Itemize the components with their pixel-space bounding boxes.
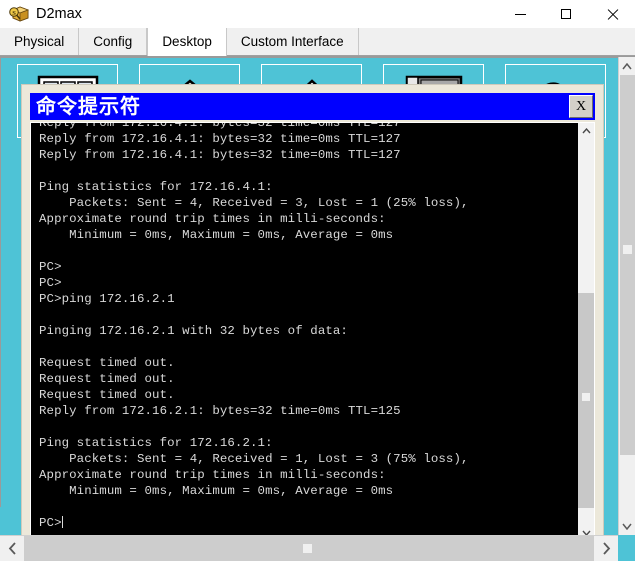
terminal-line: Minimum = 0ms, Maximum = 0ms, Average = … — [39, 228, 394, 242]
command-prompt-window: 命令提示符 X Reply from 172.16.4.1: bytes=32 … — [21, 84, 604, 535]
terminal-scroll-thumb[interactable] — [578, 293, 594, 508]
terminal-line: PC>ping 172.16.2.1 — [39, 292, 175, 306]
terminal-line: Reply from 172.16.4.1: bytes=32 time=0ms… — [39, 122, 401, 130]
maximize-button[interactable] — [543, 0, 589, 28]
maximize-icon — [561, 9, 571, 19]
terminal-line: Reply from 172.16.2.1: bytes=32 time=0ms… — [39, 404, 401, 418]
desktop-hscroll-thumb-grip — [303, 544, 313, 553]
tab-config[interactable]: Config — [79, 28, 148, 55]
window-title: D2max — [36, 6, 82, 22]
terminal-scroll-down-icon[interactable] — [578, 525, 594, 535]
desktop-vertical-scrollbar[interactable] — [618, 57, 635, 535]
terminal-line: Reply from 172.16.4.1: bytes=32 time=0ms… — [39, 148, 401, 162]
terminal-scroll-up-icon[interactable] — [578, 123, 594, 139]
terminal-body[interactable]: Reply from 172.16.4.1: bytes=32 time=0ms… — [30, 122, 595, 535]
close-button[interactable] — [589, 0, 635, 28]
application-window: S D2max Physical Config Desktop Custom I… — [0, 0, 635, 561]
cmd-window-title: 命令提示符 — [36, 94, 141, 118]
tab-bar: Physical Config Desktop Custom Interface — [0, 28, 635, 56]
desktop-canvas[interactable]: 命令提示符 X Reply from 172.16.4.1: bytes=32 … — [0, 57, 618, 535]
close-icon — [606, 8, 618, 20]
desktop-scroll-up-icon[interactable] — [619, 57, 635, 75]
desktop-scroll-thumb-grip — [623, 245, 632, 254]
window-titlebar: S D2max — [0, 0, 635, 28]
scroll-corner — [618, 535, 635, 561]
tab-desktop[interactable]: Desktop — [147, 28, 227, 56]
terminal-line: Request timed out. — [39, 372, 175, 386]
tab-custom-interface[interactable]: Custom Interface — [226, 28, 359, 55]
svg-text:S: S — [12, 10, 16, 17]
terminal-line: Packets: Sent = 4, Received = 1, Lost = … — [39, 452, 469, 466]
desktop-edge-left — [0, 507, 18, 535]
terminal-line: Approximate round trip times in milli-se… — [39, 212, 386, 226]
terminal-vertical-scrollbar[interactable] — [577, 123, 594, 535]
terminal-cursor — [61, 516, 63, 528]
terminal-line: Request timed out. — [39, 356, 175, 370]
terminal-line: Packets: Sent = 4, Received = 3, Lost = … — [39, 196, 469, 210]
package-search-icon: S — [8, 4, 30, 24]
terminal-line: PC> — [39, 260, 62, 274]
desktop-horizontal-scrollbar[interactable] — [0, 535, 635, 561]
terminal-line: Ping statistics for 172.16.2.1: — [39, 436, 273, 450]
terminal-line: Reply from 172.16.4.1: bytes=32 time=0ms… — [39, 132, 401, 146]
terminal-line: Approximate round trip times in milli-se… — [39, 468, 386, 482]
terminal-line: Minimum = 0ms, Maximum = 0ms, Average = … — [39, 484, 394, 498]
desktop-hscroll-track[interactable] — [24, 536, 594, 561]
terminal-scroll-thumb-grip — [582, 393, 590, 401]
desktop-hscroll-thumb[interactable] — [24, 536, 594, 561]
terminal-output: Reply from 172.16.4.1: bytes=32 time=0ms… — [31, 122, 577, 535]
terminal-line: Pinging 172.16.2.1 with 32 bytes of data… — [39, 324, 348, 338]
terminal-line: Request timed out. — [39, 388, 175, 402]
minimize-icon — [514, 13, 526, 15]
window-controls — [497, 0, 635, 28]
desktop-scroll-left-icon[interactable] — [0, 536, 24, 561]
terminal-line: PC> — [39, 516, 63, 530]
terminal-line: Ping statistics for 172.16.4.1: — [39, 180, 273, 194]
desktop-scroll-thumb[interactable] — [620, 75, 635, 455]
minimize-button[interactable] — [497, 0, 543, 28]
desktop-scroll-right-icon[interactable] — [594, 536, 618, 561]
terminal-line: PC> — [39, 276, 62, 290]
cmd-close-button[interactable]: X — [569, 95, 593, 118]
desktop-panel: 命令提示符 X Reply from 172.16.4.1: bytes=32 … — [0, 56, 635, 561]
tab-physical[interactable]: Physical — [0, 28, 80, 55]
cmd-titlebar[interactable]: 命令提示符 X — [30, 93, 595, 120]
desktop-scroll-down-icon[interactable] — [619, 517, 635, 535]
